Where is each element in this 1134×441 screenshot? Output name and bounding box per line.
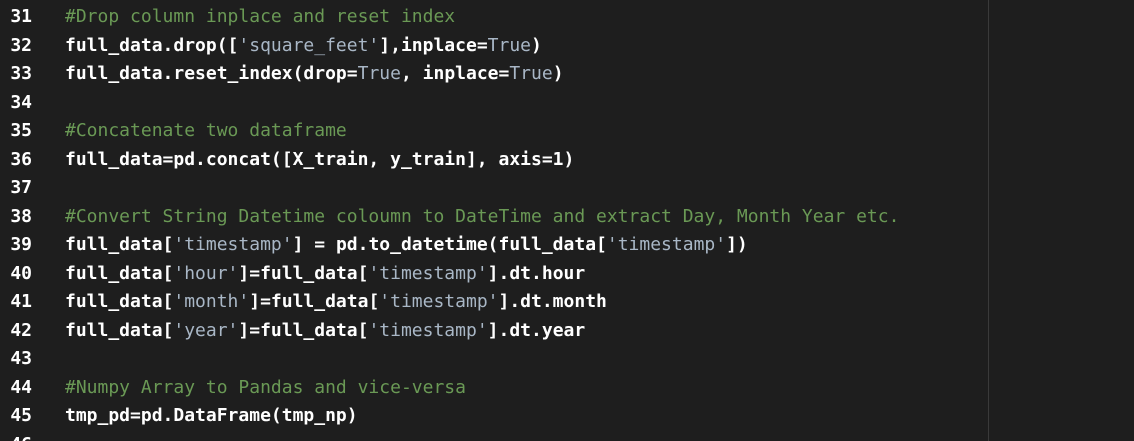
code-token-plain: full_data[ xyxy=(65,319,174,341)
code-line[interactable]: 42 full_data['year']=full_data['timestamp… xyxy=(0,317,1134,346)
code-token-plain: ] = pd.to_datetime(full_data[ xyxy=(292,234,607,255)
code-text[interactable]: full_data.reset_index(drop=True, inplace… xyxy=(32,60,1134,89)
code-token-plain: ].dt.year xyxy=(487,319,586,341)
code-token-string: 'timestamp' xyxy=(379,291,499,312)
code-token-plain: full_data[ xyxy=(65,262,174,284)
line-number: 39 xyxy=(10,234,32,255)
code-text[interactable]: #Concatenate two dataframe xyxy=(32,117,1134,146)
code-token-plain: full_data.drop([ xyxy=(65,34,239,56)
code-token-plain: ].dt.hour xyxy=(487,262,586,284)
code-token-plain: , inplace= xyxy=(400,63,510,84)
line-number: 34 xyxy=(10,91,32,113)
code-token-plain: full_data[ xyxy=(65,234,174,255)
code-token-plain: ],inplace= xyxy=(379,34,488,56)
line-number: 38 xyxy=(10,205,32,227)
code-line[interactable]: 39 full_data['timestamp'] = pd.to_datetim… xyxy=(0,231,1134,260)
line-number: 44 xyxy=(10,376,32,398)
line-number: 43 xyxy=(10,348,32,369)
code-token-plain: full_data.reset_index(drop= xyxy=(65,63,358,84)
code-token-plain: ]=full_data[ xyxy=(249,291,380,312)
code-token-keyword: True xyxy=(487,34,532,56)
code-line[interactable]: 32 full_data.drop(['square_feet'],inplace… xyxy=(0,32,1134,61)
code-text[interactable]: tmp_pd=pd.DataFrame(tmp_np) xyxy=(32,402,1134,431)
code-token-string: 'hour' xyxy=(173,262,239,284)
line-number: 36 xyxy=(10,148,32,170)
code-line[interactable]: 40 full_data['hour']=full_data['timestamp… xyxy=(0,260,1134,289)
code-token-string: 'timestamp' xyxy=(368,262,488,284)
code-text[interactable]: #Drop column inplace and reset index xyxy=(32,3,1134,32)
code-line[interactable]: 43 xyxy=(0,345,1134,374)
code-token-plain: ]=full_data[ xyxy=(238,319,369,341)
code-line[interactable]: 31 #Drop column inplace and reset index xyxy=(0,3,1134,32)
code-token-keyword: True xyxy=(509,63,553,84)
code-text[interactable]: full_data=pd.concat([X_train, y_train], … xyxy=(32,146,1134,175)
code-token-keyword: True xyxy=(357,63,401,84)
code-line[interactable]: 44 #Numpy Array to Pandas and vice-versa xyxy=(0,374,1134,403)
code-text[interactable] xyxy=(32,174,1134,203)
code-token-comment: #Numpy Array to Pandas and vice-versa xyxy=(65,376,466,398)
code-token-string: 'square_feet' xyxy=(238,34,380,56)
code-text[interactable]: #Numpy Array to Pandas and vice-versa xyxy=(32,374,1134,403)
code-token-plain: ]) xyxy=(726,234,748,255)
line-number: 46 xyxy=(0,431,32,441)
code-token-comment: #Convert String Datetime coloumn to Date… xyxy=(65,205,900,227)
line-number: 32 xyxy=(10,34,32,56)
line-number: 41 xyxy=(10,291,32,312)
line-number: 45 xyxy=(10,405,32,426)
line-number: 31 xyxy=(10,6,32,27)
code-token-comment: #Concatenate two dataframe xyxy=(65,120,347,141)
code-line[interactable]: 33 full_data.reset_index(drop=True, inpla… xyxy=(0,60,1134,89)
code-text[interactable] xyxy=(32,345,1134,374)
code-token-plain: full_data[ xyxy=(65,291,174,312)
code-token-string: 'year' xyxy=(173,319,239,341)
code-text[interactable] xyxy=(32,89,1134,118)
code-line[interactable]: 41 full_data['month']=full_data['timestam… xyxy=(0,288,1134,317)
line-number: 40 xyxy=(10,262,32,284)
code-line[interactable]: 46 xyxy=(0,431,1134,441)
code-text[interactable]: #Convert String Datetime coloumn to Date… xyxy=(32,203,1134,232)
code-text[interactable]: full_data['month']=full_data['timestamp'… xyxy=(32,288,1134,317)
code-text[interactable]: full_data['hour']=full_data['timestamp']… xyxy=(32,260,1134,289)
code-text[interactable]: full_data['year']=full_data['timestamp']… xyxy=(32,317,1134,346)
code-token-plain: full_data=pd.concat([X_train, y_train], … xyxy=(65,148,575,170)
code-text[interactable] xyxy=(32,431,1134,441)
code-text[interactable]: full_data.drop(['square_feet'],inplace=T… xyxy=(32,32,1134,61)
code-token-plain: ]=full_data[ xyxy=(238,262,369,284)
line-number: 35 xyxy=(10,120,32,141)
code-token-comment: #Drop column inplace and reset index xyxy=(65,6,456,27)
code-line[interactable]: 45 tmp_pd=pd.DataFrame(tmp_np) xyxy=(0,402,1134,431)
code-token-string: 'month' xyxy=(173,291,250,312)
code-line[interactable]: 37 xyxy=(0,174,1134,203)
code-line[interactable]: 35 #Concatenate two dataframe xyxy=(0,117,1134,146)
code-token-string: 'timestamp' xyxy=(368,319,488,341)
code-token-string: 'timestamp' xyxy=(606,234,727,255)
line-number: 37 xyxy=(10,177,32,198)
line-number: 42 xyxy=(10,319,32,341)
code-text[interactable]: full_data['timestamp'] = pd.to_datetime(… xyxy=(32,231,1134,260)
code-token-plain: ) xyxy=(552,63,564,84)
code-token-plain: ].dt.month xyxy=(498,291,607,312)
code-editor[interactable]: 31 #Drop column inplace and reset index 32… xyxy=(0,0,1134,441)
code-token-string: 'timestamp' xyxy=(173,234,293,255)
code-token-plain: ) xyxy=(531,34,542,56)
code-lines[interactable]: 31 #Drop column inplace and reset index 32… xyxy=(0,3,1134,441)
code-line[interactable]: 34 xyxy=(0,89,1134,118)
line-number: 33 xyxy=(10,63,32,84)
code-token-plain: tmp_pd=pd.DataFrame(tmp_np) xyxy=(65,405,358,426)
code-line[interactable]: 38 #Convert String Datetime coloumn to Da… xyxy=(0,203,1134,232)
code-line[interactable]: 36 full_data=pd.concat([X_train, y_train]… xyxy=(0,146,1134,175)
